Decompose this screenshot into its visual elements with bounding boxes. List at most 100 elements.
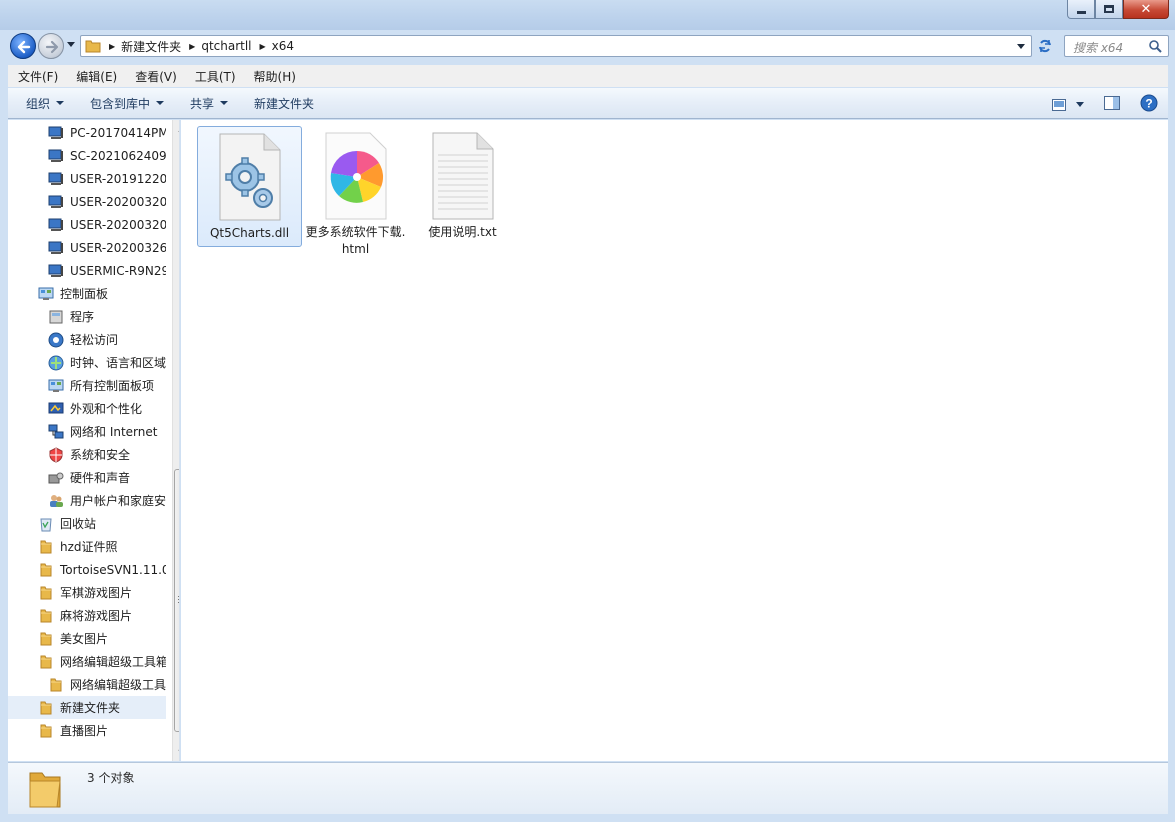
folder-icon [29,772,61,808]
nav-scrollbar[interactable]: ▲ ▼ [172,120,179,761]
breadcrumb-separator[interactable]: ▶ [189,42,195,51]
maximize-button[interactable] [1095,0,1123,19]
nav-item[interactable]: 网络和 Internet [8,420,166,443]
nav-item[interactable]: 回收站 [8,512,166,535]
minimize-button[interactable] [1067,0,1095,19]
scroll-down-button[interactable]: ▼ [173,744,179,761]
file-list[interactable]: Qt5Charts.dll 更多系统软件下载.html 使用说明.txt [181,120,1168,761]
window-controls: ✕ [1067,0,1169,19]
search-input[interactable]: 搜索 x64 [1064,35,1169,57]
nav-item[interactable]: PC-20170414PM [8,121,166,144]
nav-item[interactable]: 网络编辑超级工具箱 [8,650,166,673]
nav-item-label: 军棋游戏图片 [60,586,133,600]
nav-item-label: 控制面板 [60,287,109,301]
nav-item-label: 新建文件夹 [60,701,121,715]
breadcrumb-item[interactable]: 新建文件夹 [121,38,181,55]
menu-edit[interactable]: 编辑(E) [66,68,125,85]
nav-item[interactable]: hzd证件照 [8,535,166,558]
folder-icon [38,723,54,739]
recycle-bin-icon [38,516,54,532]
breadcrumb-item[interactable]: x64 [272,39,294,53]
nav-item-label: USERMIC-R9N29 [70,263,166,278]
programs-icon [48,309,64,325]
share-button[interactable]: 共享 [182,95,236,112]
menu-help[interactable]: 帮助(H) [244,68,304,85]
breadcrumb-separator[interactable]: ▶ [109,42,115,51]
ease-of-access-icon [48,332,64,348]
nav-item[interactable]: USERMIC-R9N29 [8,259,166,282]
folder-icon [85,40,101,53]
chevron-down-icon [156,101,165,105]
close-button[interactable]: ✕ [1123,0,1169,19]
search-icon[interactable] [1148,39,1162,53]
nav-item[interactable]: 硬件和声音 [8,466,166,489]
nav-item[interactable]: SC-20210624091 [8,144,166,167]
nav-item[interactable]: USER-20191220I [8,167,166,190]
menu-bar: 文件(F) 编辑(E) 查看(V) 工具(T) 帮助(H) [8,65,1168,87]
nav-item[interactable]: 美女图片 [8,627,166,650]
nav-item[interactable]: 军棋游戏图片 [8,581,166,604]
folder-icon [38,562,54,578]
nav-item-label: USER-20191220I [70,171,166,186]
organize-button[interactable]: 组织 [18,95,72,112]
nav-item[interactable]: 麻将游戏图片 [8,604,166,627]
nav-item-label: 轻松访问 [70,333,119,347]
folder-icon [38,539,54,555]
nav-item[interactable]: TortoiseSVN1.11.0 [8,558,166,581]
nav-item[interactable]: USER-20200326\ [8,236,166,259]
nav-item-label: TortoiseSVN1.11.0 [60,562,166,577]
nav-item[interactable]: 轻松访问 [8,328,166,351]
nav-item[interactable]: 程序 [8,305,166,328]
nav-item[interactable]: 系统和安全 [8,443,166,466]
chevron-down-icon[interactable] [1076,102,1084,107]
nav-item-label: USER-20200320( [70,217,166,232]
nav-item[interactable]: 所有控制面板项 [8,374,166,397]
help-icon: ? [1140,94,1158,112]
preview-pane-button[interactable] [1104,96,1120,113]
text-file-icon [427,130,499,222]
address-bar[interactable]: ▶ 新建文件夹 ▶ qtchartll ▶ x64 [80,35,1032,57]
folder-icon [38,585,54,601]
file-item[interactable]: 使用说明.txt [410,126,515,245]
nav-item[interactable]: 直播图片 [8,719,166,742]
nav-item-label: SC-20210624091 [70,148,166,163]
nav-item[interactable]: USER-20200320. [8,190,166,213]
chevron-down-icon [220,101,229,105]
include-in-library-button[interactable]: 包含到库中 [82,95,172,112]
new-folder-button[interactable]: 新建文件夹 [246,95,322,112]
nav-item-label: 麻将游戏图片 [60,609,133,623]
nav-item[interactable]: 控制面板 [8,282,166,305]
folder-icon [38,631,54,647]
menu-view[interactable]: 查看(V) [125,68,185,85]
recent-pages-dropdown[interactable] [67,42,75,47]
breadcrumb-separator[interactable]: ▶ [260,42,266,51]
nav-item[interactable]: 时钟、语言和区域 [8,351,166,374]
grip-icon [178,596,179,603]
nav-item-label: PC-20170414PM [70,125,166,140]
nav-item[interactable]: USER-20200320( [8,213,166,236]
file-name: Qt5Charts.dll [209,226,290,240]
nav-item[interactable]: 用户帐户和家庭安 [8,489,166,512]
scroll-up-button[interactable]: ▲ [173,120,179,137]
minimize-icon [1076,10,1086,14]
menu-file[interactable]: 文件(F) [8,68,66,85]
file-item[interactable]: Qt5Charts.dll [197,126,302,247]
back-button[interactable] [10,33,36,59]
clock-language-icon [48,355,64,371]
refresh-icon [1039,39,1051,53]
address-dropdown[interactable] [1017,44,1025,49]
menu-tools[interactable]: 工具(T) [185,68,244,85]
scroll-thumb[interactable] [174,469,179,732]
file-item[interactable]: 更多系统软件下载.html [303,126,408,262]
help-button[interactable]: ? [1140,94,1158,115]
nav-item[interactable]: 网络编辑超级工具 [8,673,166,696]
folder-icon [38,608,54,624]
refresh-button[interactable] [1033,35,1057,57]
forward-button[interactable] [38,33,64,59]
nav-item[interactable]: 新建文件夹 [8,696,166,719]
change-view-button[interactable] [1052,98,1084,111]
search-placeholder: 搜索 x64 [1073,41,1124,55]
breadcrumb-item[interactable]: qtchartll [201,39,251,53]
nav-item[interactable]: 外观和个性化 [8,397,166,420]
file-name: 更多系统软件下载.html [305,225,406,256]
